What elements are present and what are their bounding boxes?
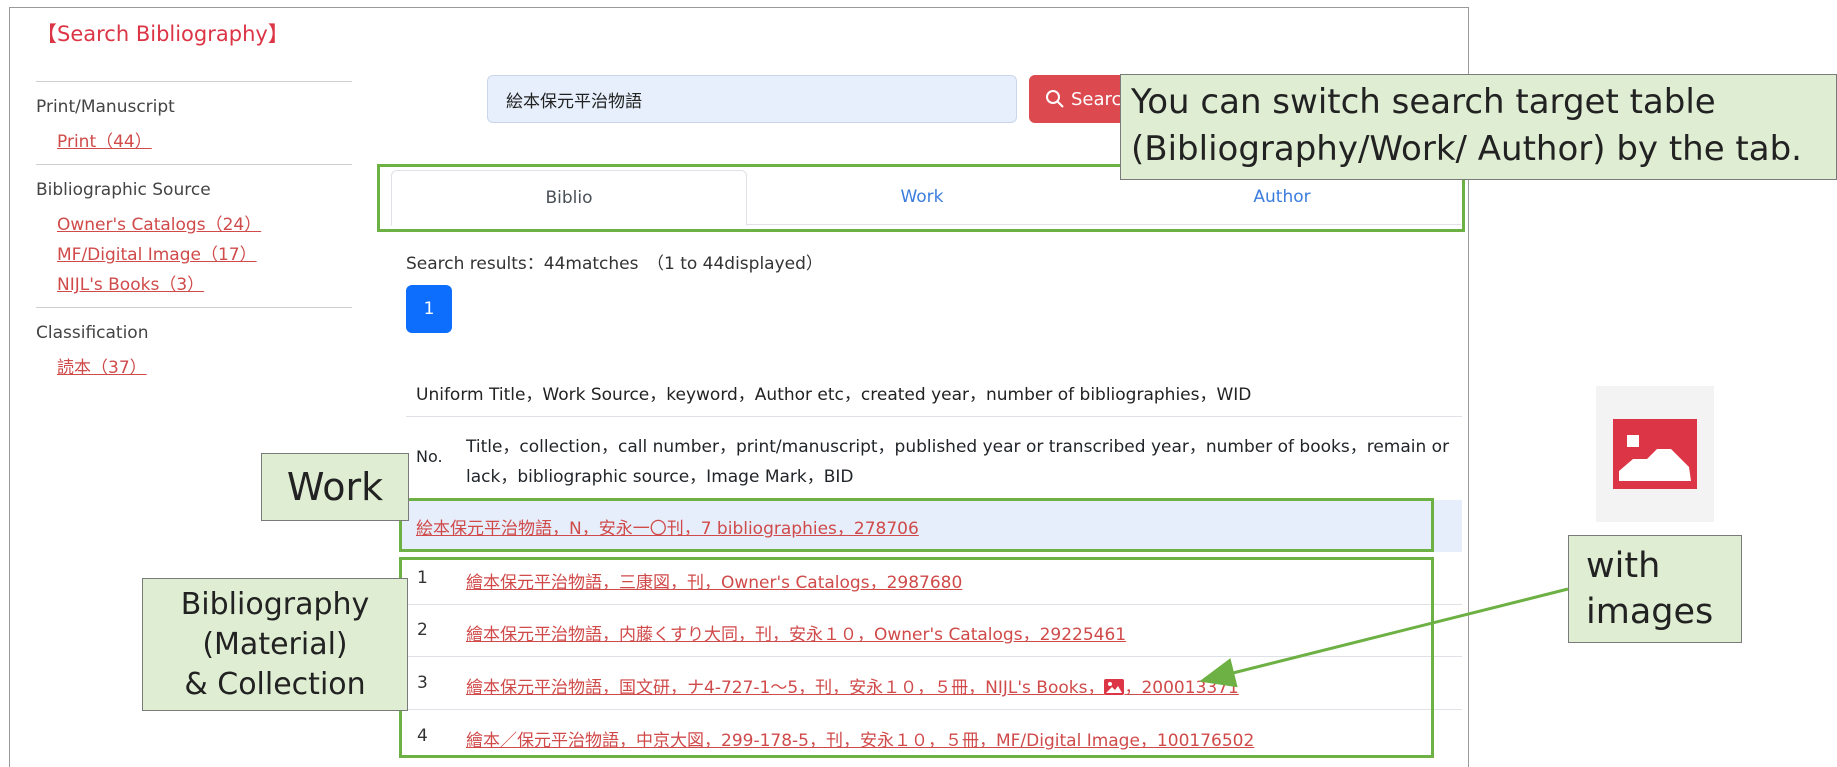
callout-arrow — [1199, 587, 1569, 688]
image-mark-sample — [1596, 386, 1714, 522]
image-icon — [1613, 419, 1697, 489]
